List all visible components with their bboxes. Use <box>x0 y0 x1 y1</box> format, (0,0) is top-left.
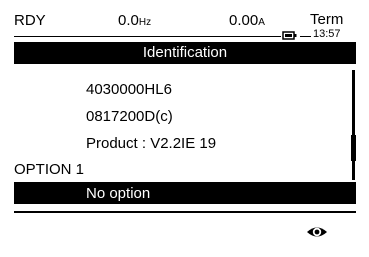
status-underline <box>14 36 281 37</box>
eye-icon[interactable] <box>306 224 328 240</box>
control-mode: Term <box>310 11 344 28</box>
option-header: OPTION 1 <box>14 161 85 178</box>
page-title: Identification <box>14 42 356 64</box>
frequency-readout: 0.0Hz <box>118 13 151 28</box>
selected-option-row[interactable]: No option <box>14 182 356 204</box>
status-bar: RDY 0.0Hz 0.00A Term 13:57 <box>0 0 369 42</box>
list-item: Product : V2.2IE 19 <box>86 135 217 152</box>
drive-state: RDY <box>14 12 46 29</box>
scrollbar[interactable] <box>352 70 355 180</box>
current-readout: 0.00A <box>229 13 265 28</box>
frequency-unit: Hz <box>138 17 152 28</box>
current-unit: A <box>258 17 265 28</box>
selected-option-label: No option <box>86 185 151 202</box>
list-item: 4030000HL6 <box>86 81 172 98</box>
battery-icon <box>282 31 297 40</box>
frequency-value: 0.0 <box>118 12 139 29</box>
current-value: 0.00 <box>229 12 259 29</box>
status-underline-short <box>300 36 311 37</box>
clock-time: 13:57 <box>313 28 341 40</box>
list-item: 0817200D(c) <box>86 108 173 125</box>
scrollbar-thumb[interactable] <box>351 135 356 161</box>
bottom-divider <box>14 211 356 213</box>
